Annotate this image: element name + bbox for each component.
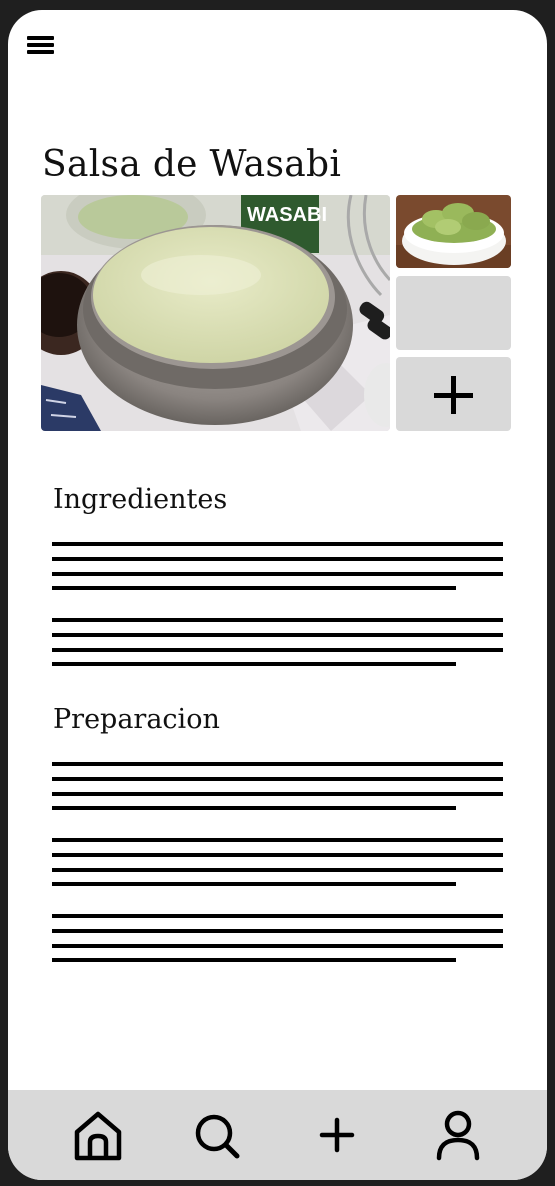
text-line <box>52 777 503 781</box>
text-line <box>52 586 456 590</box>
text-line <box>52 944 503 948</box>
text-paragraph-placeholder <box>52 542 503 592</box>
ingredients-text-placeholder <box>52 542 503 694</box>
nav-home-button[interactable] <box>73 1110 123 1162</box>
main-recipe-photo[interactable]: WASABI <box>41 195 390 431</box>
hamburger-menu-icon-bar <box>27 36 54 40</box>
empty-photo-slot[interactable] <box>396 276 511 350</box>
text-line <box>52 618 503 622</box>
text-line <box>52 914 503 918</box>
text-line <box>52 882 456 886</box>
nav-add-button[interactable] <box>313 1110 363 1162</box>
wasabi-sauce-bowl-image: WASABI <box>41 195 390 431</box>
text-line <box>52 868 503 872</box>
search-icon <box>195 1114 240 1159</box>
add-photo-button[interactable] <box>396 357 511 431</box>
preparation-heading: Preparacion <box>53 704 220 735</box>
home-icon <box>74 1111 122 1161</box>
text-paragraph-placeholder <box>52 838 503 888</box>
text-line <box>52 792 503 796</box>
wasabi-bowl-thumbnail-image <box>396 195 511 268</box>
text-line <box>52 662 456 666</box>
text-line <box>52 853 503 857</box>
text-line <box>52 838 503 842</box>
text-line <box>52 929 503 933</box>
text-paragraph-placeholder <box>52 914 503 964</box>
text-line <box>52 958 456 962</box>
nav-search-button[interactable] <box>193 1110 243 1162</box>
plus-icon <box>434 376 473 414</box>
wasabi-brand-label: WASABI <box>247 204 327 226</box>
text-line <box>52 633 503 637</box>
text-line <box>52 806 456 810</box>
bottom-navigation-bar <box>8 1090 547 1180</box>
ingredients-heading: Ingredientes <box>53 484 228 515</box>
recipe-title: Salsa de Wasabi <box>42 144 342 185</box>
hamburger-menu-icon-bar <box>27 43 54 47</box>
phone-screen: Salsa de Wasabi WASABI Ingredientes Prep… <box>8 10 547 1180</box>
text-line <box>52 557 503 561</box>
plus-icon <box>319 1117 355 1153</box>
text-paragraph-placeholder <box>52 762 503 812</box>
text-line <box>52 648 503 652</box>
thumbnail-photo[interactable] <box>396 195 511 268</box>
text-line <box>52 542 503 546</box>
hamburger-menu-button[interactable] <box>26 34 56 56</box>
preparation-text-placeholder <box>52 762 503 990</box>
hamburger-menu-icon-bar <box>27 50 54 54</box>
user-icon <box>436 1110 480 1161</box>
nav-profile-button[interactable] <box>433 1110 483 1162</box>
text-paragraph-placeholder <box>52 618 503 668</box>
text-line <box>52 762 503 766</box>
text-line <box>52 572 503 576</box>
